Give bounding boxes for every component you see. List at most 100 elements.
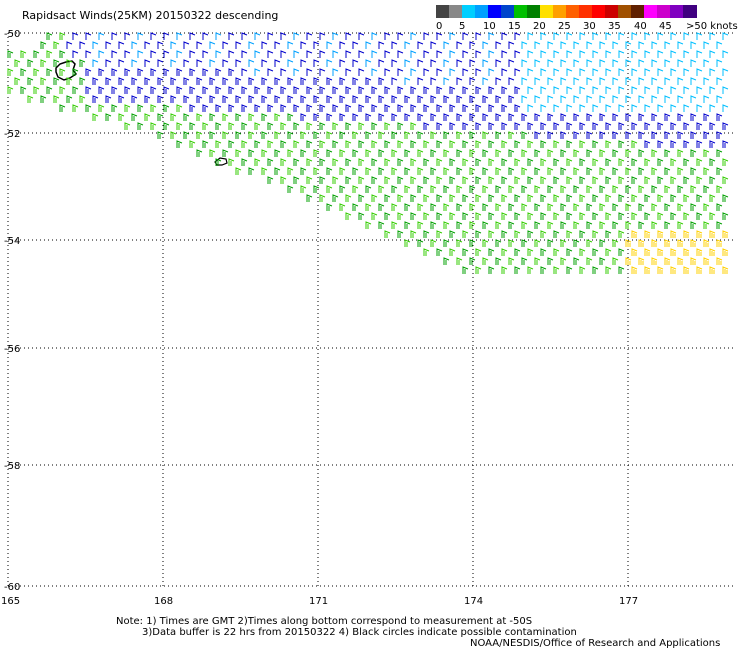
wind-barb [514, 104, 521, 112]
wind-barb [670, 266, 677, 274]
wind-barb [53, 41, 60, 49]
wind-barb [371, 212, 378, 220]
wind-barb [495, 95, 502, 103]
wind-barb [430, 59, 437, 67]
wind-barb [59, 50, 66, 58]
wind-barb [560, 185, 567, 193]
wind-barb [352, 113, 359, 121]
wind-barb [163, 104, 170, 112]
wind-barb [157, 59, 164, 67]
wind-barb [631, 194, 638, 202]
wind-barb [20, 68, 27, 76]
wind-barb [215, 68, 222, 76]
wind-barb [677, 167, 684, 175]
wind-barb [410, 32, 417, 40]
wind-barb [235, 59, 242, 67]
wind-barb [514, 86, 521, 94]
wind-barb [293, 68, 300, 76]
wind-barb [527, 248, 534, 256]
wind-barb [703, 257, 710, 265]
wind-barb [332, 158, 339, 166]
wind-barb [579, 122, 586, 130]
wind-barb [254, 50, 261, 58]
wind-barb [118, 77, 125, 85]
wind-barb [540, 176, 547, 184]
wind-barb [683, 104, 690, 112]
wind-barb [105, 41, 112, 49]
wind-barb [475, 266, 482, 274]
wind-barb [410, 212, 417, 220]
wind-barb [599, 95, 606, 103]
wind-barb [527, 194, 534, 202]
wind-barb [690, 221, 697, 229]
wind-barb [131, 77, 138, 85]
wind-barb [625, 131, 632, 139]
wind-barb [605, 140, 612, 148]
wind-barb [131, 41, 138, 49]
wind-barb [371, 122, 378, 130]
wind-barb [527, 122, 534, 130]
wind-barb [547, 167, 554, 175]
wind-barb [469, 221, 476, 229]
lon-label: 165 [1, 596, 20, 607]
wind-barb [365, 131, 372, 139]
wind-barb [79, 41, 86, 49]
wind-barb [150, 122, 157, 130]
wind-barb [332, 68, 339, 76]
wind-barb [560, 257, 567, 265]
wind-barb [300, 41, 307, 49]
wind-barb [599, 41, 606, 49]
wind-barb [66, 95, 73, 103]
wind-barb [410, 104, 417, 112]
wind-barb [397, 212, 404, 220]
wind-barb [488, 248, 495, 256]
wind-barb [488, 32, 495, 40]
wind-barb [306, 122, 313, 130]
wind-barb [547, 41, 554, 49]
wind-barb [254, 68, 261, 76]
wind-barb [85, 68, 92, 76]
wind-barb [638, 257, 645, 265]
wind-barb [631, 176, 638, 184]
wind-barb [631, 212, 638, 220]
wind-barb [352, 149, 359, 157]
wind-barb [696, 140, 703, 148]
wind-barb [521, 257, 528, 265]
wind-barb [228, 104, 235, 112]
wind-barb [501, 50, 508, 58]
wind-barb [144, 59, 151, 67]
wind-barb [261, 113, 268, 121]
wind-barb [267, 122, 274, 130]
wind-barb [241, 50, 248, 58]
wind-barb [248, 149, 255, 157]
wind-barb [254, 140, 261, 148]
wind-barb [456, 77, 463, 85]
wind-barb [183, 95, 190, 103]
wind-barb [274, 59, 281, 67]
wind-barb [163, 32, 170, 40]
wind-barb [469, 167, 476, 175]
wind-barb [241, 68, 248, 76]
wind-barb [358, 104, 365, 112]
wind-barb [280, 176, 287, 184]
wind-barb [449, 176, 456, 184]
wind-barb [157, 41, 164, 49]
legend-label: >50 knots [686, 21, 738, 32]
wind-barb [345, 104, 352, 112]
wind-barb [274, 113, 281, 121]
wind-barb [163, 86, 170, 94]
wind-barb [319, 176, 326, 184]
wind-barb [553, 140, 560, 148]
islands [55, 60, 228, 166]
wind-barb [391, 95, 398, 103]
wind-barb [644, 50, 651, 58]
wind-barb [326, 113, 333, 121]
wind-barb [105, 77, 112, 85]
wind-barb [14, 77, 21, 85]
wind-barb [709, 176, 716, 184]
wind-map: -50 -52 -54 -56 -58 -60 165 168 171 174 … [1, 29, 736, 607]
wind-barb [150, 68, 157, 76]
wind-barb [592, 266, 599, 274]
wind-barb [417, 185, 424, 193]
wind-barb [501, 140, 508, 148]
